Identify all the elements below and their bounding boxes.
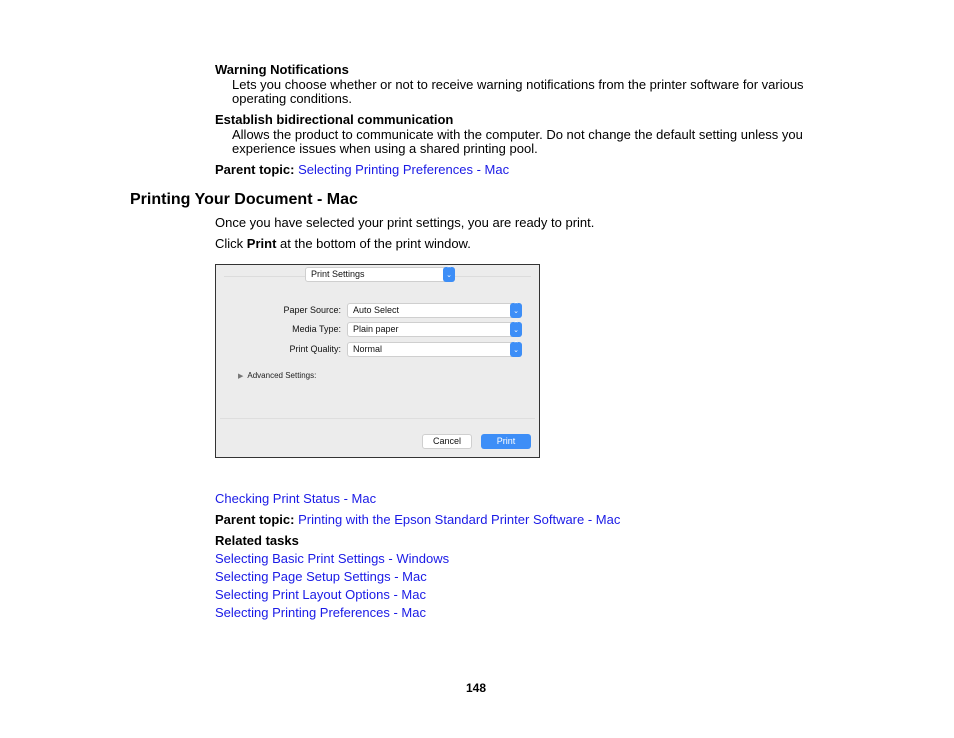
parent-topic-link[interactable]: Printing with the Epson Standard Printer… (298, 512, 620, 527)
stepper-icon: ⌃ ⌄ (510, 321, 522, 337)
parent-topic-1: Parent topic: Selecting Printing Prefere… (215, 162, 509, 177)
media-type-label: Media Type: (292, 324, 341, 334)
paper-source-label: Paper Source: (283, 305, 341, 315)
related-task-link[interactable]: Selecting Printing Preferences - Mac (215, 605, 426, 620)
bidirectional-text-1: Allows the product to communicate with t… (232, 127, 803, 142)
advanced-settings-disclosure[interactable]: ▶ Advanced Settings: (238, 371, 316, 380)
print-dialog-screenshot: Print Settings ⌃ ⌄ Paper Source: Auto Sel… (215, 264, 540, 458)
page-heading: Printing Your Document - Mac (130, 191, 358, 208)
stepper-icon: ⌃ ⌄ (510, 302, 522, 318)
stepper-icon: ⌃ ⌄ (443, 266, 455, 282)
advanced-settings-label: Advanced Settings: (247, 371, 317, 380)
print-quality-popup[interactable]: Normal ⌃ ⌄ (347, 341, 522, 357)
bidirectional-title: Establish bidirectional communication (215, 112, 454, 127)
related-task-link[interactable]: Selecting Print Layout Options - Mac (215, 587, 426, 602)
instruction-suffix: at the bottom of the print window. (280, 236, 471, 251)
parent-topic-label: Parent topic: (215, 162, 295, 177)
related-task-link[interactable]: Selecting Basic Print Settings - Windows (215, 551, 449, 566)
panel-select-popup[interactable]: Print Settings ⌃ ⌄ (305, 266, 455, 282)
disclosure-triangle-icon: ▶ (238, 373, 244, 380)
related-task-link[interactable]: Selecting Page Setup Settings - Mac (215, 569, 427, 584)
warning-notifications-text-1: Lets you choose whether or not to receiv… (232, 77, 804, 92)
parent-topic-label: Parent topic: (215, 512, 295, 527)
bidirectional-text-2: experience issues when using a shared pr… (232, 141, 538, 156)
intro-text: Once you have selected your print settin… (215, 215, 595, 230)
paper-source-value: Auto Select (353, 305, 400, 315)
media-type-popup[interactable]: Plain paper ⌃ ⌄ (347, 321, 522, 337)
warning-notifications-text-2: operating conditions. (232, 91, 352, 106)
print-button[interactable]: Print (481, 434, 531, 449)
instruction-text: Click Print at the bottom of the print w… (215, 236, 471, 251)
instruction-prefix: Click (215, 236, 244, 251)
instruction-bold: Print (246, 236, 277, 251)
parent-topic-link[interactable]: Selecting Printing Preferences - Mac (298, 162, 509, 177)
cancel-button[interactable]: Cancel (422, 434, 472, 449)
warning-notifications-title: Warning Notifications (215, 62, 349, 77)
stepper-icon: ⌃ ⌄ (510, 341, 522, 357)
dialog-bottom-divider (220, 418, 535, 419)
print-quality-label: Print Quality: (289, 344, 341, 354)
page-number: 148 (466, 681, 487, 695)
media-type-value: Plain paper (353, 324, 399, 334)
paper-source-popup[interactable]: Auto Select ⌃ ⌄ (347, 302, 522, 318)
print-quality-value: Normal (353, 344, 383, 354)
related-tasks-title: Related tasks (215, 533, 299, 548)
parent-topic-2: Parent topic: Printing with the Epson St… (215, 512, 620, 527)
checking-print-status-link[interactable]: Checking Print Status - Mac (215, 491, 376, 506)
panel-select-value: Print Settings (311, 269, 365, 279)
